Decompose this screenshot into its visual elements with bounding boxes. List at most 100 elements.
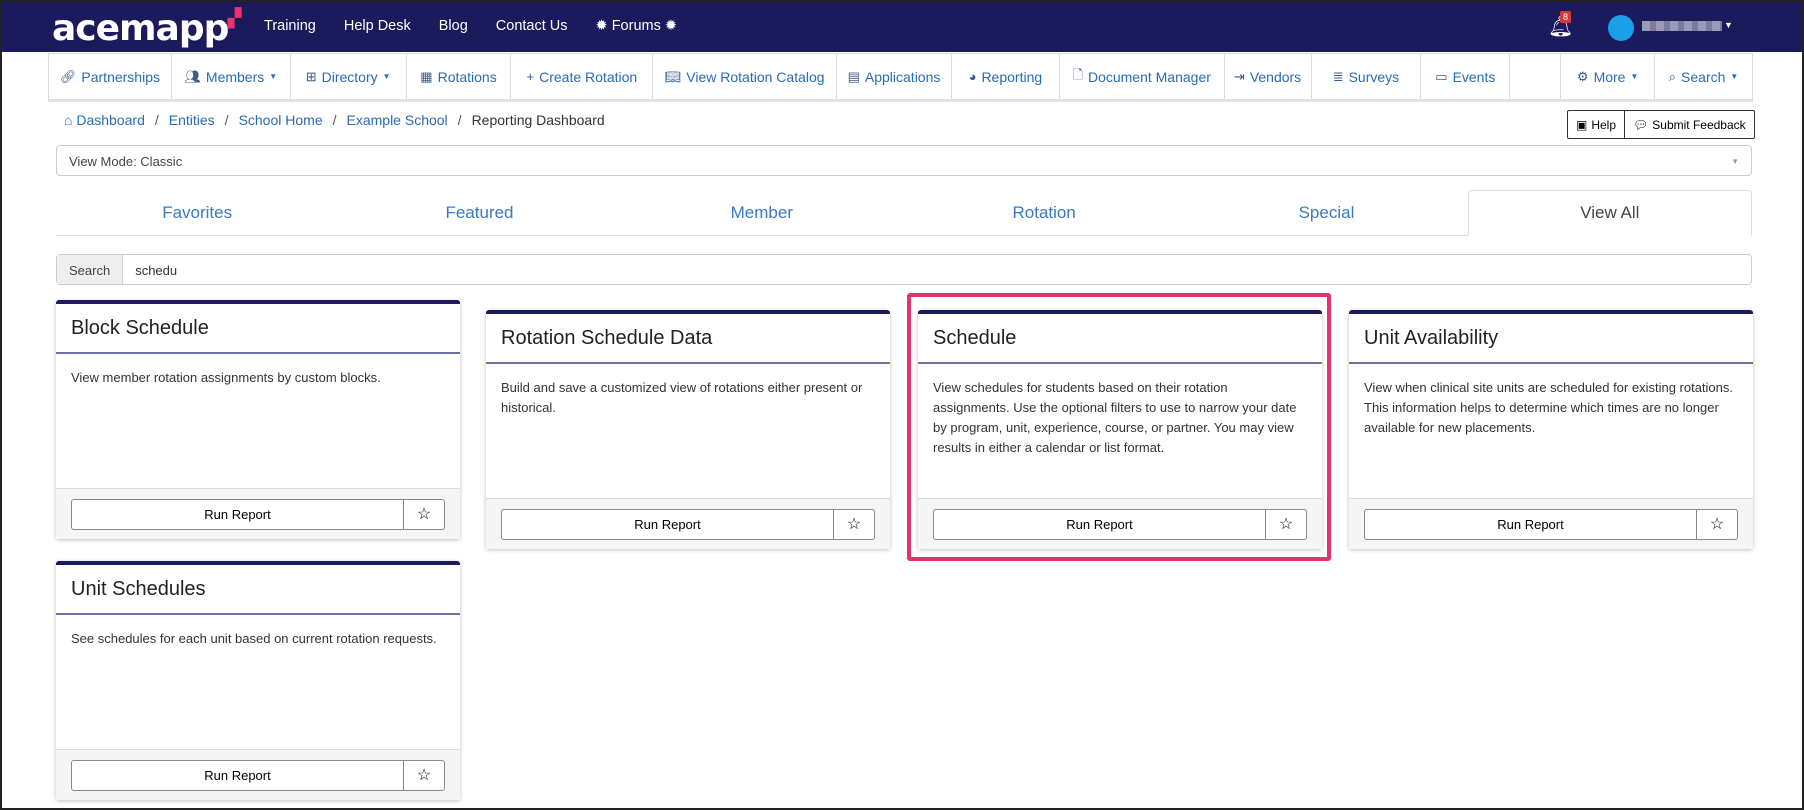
breadcrumb-entities[interactable]: Entities [169, 112, 215, 128]
comments-icon: 💬︎ [1633, 117, 1649, 132]
id-card-icon: ▤ [847, 68, 860, 84]
nav-rotations[interactable]: ▦ Rotations [407, 54, 512, 99]
report-tabs: Favorites Featured Member Rotation Speci… [56, 190, 1752, 236]
nav-label: Directory [321, 68, 378, 85]
nav-label: Events [1452, 68, 1496, 85]
chevron-down-icon: ▼ [1731, 157, 1739, 166]
link-help-desk[interactable]: Help Desk [344, 18, 411, 34]
link-forums[interactable]: ✹ Forums ✹ [596, 18, 678, 34]
breadcrumb-label: Dashboard [76, 112, 145, 128]
star-icon[interactable]: ☆ [834, 508, 875, 540]
logo-text: acemapp [52, 8, 229, 49]
nav-label: Search [1681, 68, 1726, 85]
main-nav: 🔗︎ Partnerships 👥︎ Members ▼ ⊞ Directory ▼ ▦ R… [48, 53, 1753, 102]
nav-directory[interactable]: ⊞ Directory ▼ [291, 54, 407, 99]
submit-feedback-button[interactable]: 💬︎ Submit Feedback [1624, 111, 1754, 138]
file-icon: 🗋 [1072, 66, 1083, 82]
nav-events[interactable]: ▭ Events [1421, 54, 1511, 99]
nav-label: Applications [864, 68, 941, 85]
help-button-group: ▣ Help 💬︎ Submit Feedback [1567, 110, 1755, 139]
view-mode-value: View Mode: Classic [69, 154, 183, 169]
nav-spacer [1510, 54, 1562, 99]
nav-label: Document Manager [1087, 68, 1211, 85]
breadcrumb: ⌂ Dashboard / Entities / School Home / Exam… [64, 112, 605, 128]
nav-label: View Rotation Catalog [686, 68, 825, 85]
nav-label: Surveys [1348, 68, 1400, 85]
search-input[interactable]: schedu [123, 255, 189, 284]
run-report-button[interactable]: Run Report [71, 498, 404, 530]
acemapp-logo[interactable]: acemapp ▞ [52, 8, 241, 49]
report-card-unit-availability: Unit Availability View when clinical sit… [1349, 310, 1753, 549]
run-report-button[interactable]: Run Report [71, 759, 404, 791]
highlight-box [907, 293, 1331, 561]
link-blog[interactable]: Blog [439, 18, 468, 34]
help-label: Help [1591, 117, 1617, 132]
nav-surveys[interactable]: ≣ Surveys [1312, 54, 1422, 99]
forums-label: Forums [611, 18, 661, 34]
card-title: Unit Schedules [56, 565, 460, 615]
nav-label: Create Rotation [539, 68, 638, 85]
notification-badge: 8 [1560, 11, 1572, 23]
tab-view-all[interactable]: View All [1467, 190, 1752, 236]
calendar-icon: ▭ [1435, 68, 1448, 84]
nav-vendors[interactable]: ⇥ Vendors [1225, 54, 1312, 99]
breadcrumb-current: Reporting Dashboard [471, 112, 605, 128]
chevron-down-icon: ▼ [1724, 20, 1733, 30]
link-contact-us[interactable]: Contact Us [496, 18, 568, 34]
book-icon: 📖︎ [664, 68, 682, 84]
sign-in-icon: ⇥ [1233, 68, 1245, 84]
nav-document-manager[interactable]: 🗋 Document Manager [1060, 54, 1225, 99]
users-icon: 👥︎ [184, 68, 201, 84]
search-label: Search [57, 255, 124, 284]
dashboard-icon: ◕ [968, 69, 977, 84]
home-icon: ⌂ [64, 112, 73, 128]
report-card-unit-schedules: Unit Schedules See schedules for each un… [56, 561, 460, 800]
card-title: Unit Availability [1349, 314, 1753, 364]
top-bar: acemapp ▞ Training Help Desk Blog Contact… [2, 2, 1802, 52]
link-training[interactable]: Training [264, 18, 316, 34]
report-card-block-schedule: Block Schedule View member rotation assi… [56, 300, 460, 539]
list-icon: ≣ [1332, 68, 1344, 84]
card-description: See schedules for each unit based on cur… [71, 631, 437, 646]
tab-rotation[interactable]: Rotation [903, 190, 1185, 235]
nav-view-rotation-catalog[interactable]: 📖︎ View Rotation Catalog [653, 54, 838, 99]
run-report-button[interactable]: Run Report [1364, 508, 1697, 540]
breadcrumb-dashboard[interactable]: ⌂ Dashboard [64, 112, 145, 128]
nav-more[interactable]: ⚙ More ▼ [1561, 54, 1656, 99]
nav-label: More [1593, 68, 1626, 85]
search-icon: ⌕ [1668, 68, 1677, 84]
card-description: Build and save a customized view of rota… [501, 380, 863, 415]
tab-special[interactable]: Special [1185, 190, 1467, 235]
nav-label: Rotations [437, 68, 497, 85]
nav-label: Members [205, 68, 265, 85]
card-description: View when clinical site units are schedu… [1364, 380, 1734, 435]
help-button[interactable]: ▣ Help [1568, 111, 1624, 138]
star-icon[interactable]: ☆ [1697, 508, 1738, 540]
star-icon[interactable]: ☆ [404, 759, 445, 791]
nav-partnerships[interactable]: 🔗︎ Partnerships [49, 54, 172, 99]
view-mode-select[interactable]: View Mode: Classic ▼ [56, 145, 1752, 176]
nav-label: Vendors [1249, 68, 1302, 85]
nav-search[interactable]: ⌕ Search ▼ [1655, 54, 1752, 99]
gear-icon: ⚙ [1576, 68, 1589, 84]
nav-members[interactable]: 👥︎ Members ▼ [172, 54, 291, 99]
avatar[interactable] [1608, 15, 1634, 41]
user-menu[interactable] [1642, 21, 1722, 31]
sitemap-icon: ⊞ [305, 68, 317, 84]
run-report-button[interactable]: Run Report [501, 508, 834, 540]
tab-member[interactable]: Member [621, 190, 903, 235]
breadcrumb-example-school[interactable]: Example School [347, 112, 448, 128]
card-description: View member rotation assignments by cust… [71, 370, 381, 385]
nav-label: Partnerships [81, 68, 160, 85]
medkit-icon: ▣ [1576, 117, 1588, 132]
star-icon[interactable]: ☆ [404, 498, 445, 530]
nav-create-rotation[interactable]: + Create Rotation [511, 54, 654, 99]
nav-applications[interactable]: ▤ Applications [837, 54, 952, 99]
tab-favorites[interactable]: Favorites [56, 190, 338, 235]
nav-reporting[interactable]: ◕ Reporting [952, 54, 1060, 99]
breadcrumb-school-home[interactable]: School Home [239, 112, 323, 128]
tab-featured[interactable]: Featured [338, 190, 620, 235]
feedback-label: Submit Feedback [1652, 117, 1746, 132]
table-icon: ▦ [420, 68, 433, 84]
card-title: Rotation Schedule Data [486, 314, 890, 364]
